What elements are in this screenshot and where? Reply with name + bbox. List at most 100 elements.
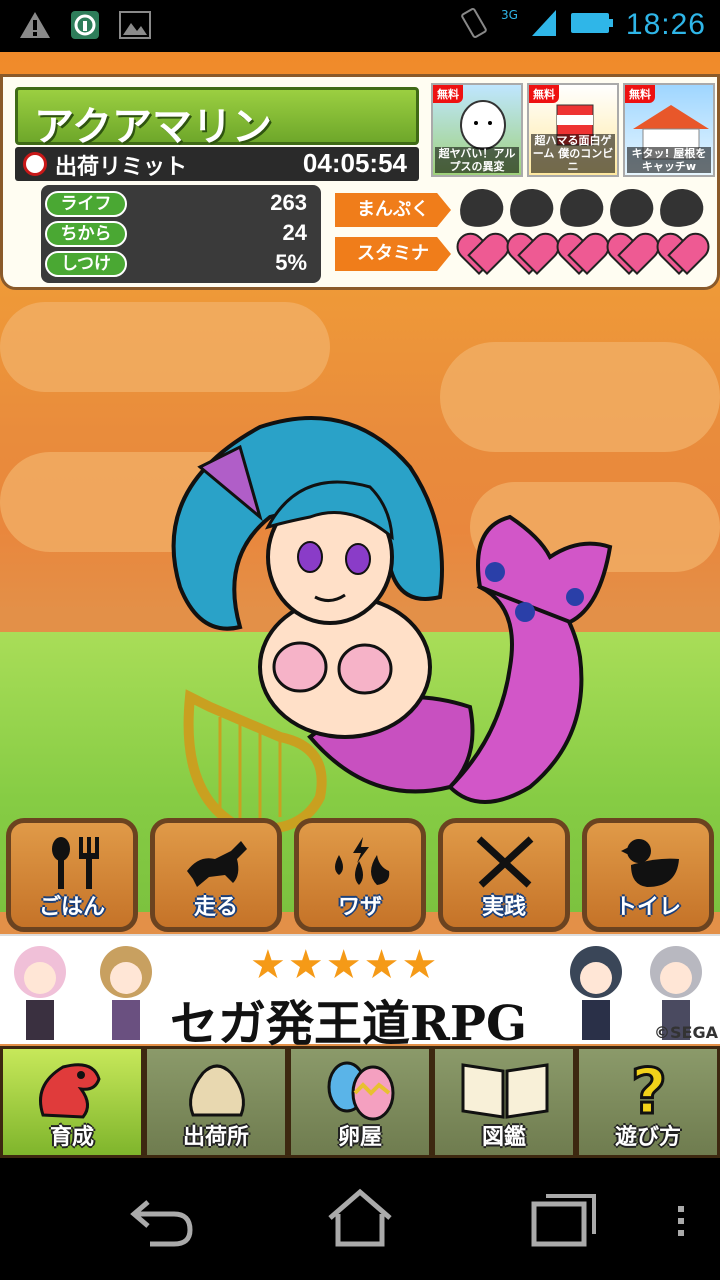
recent-apps-button[interactable] — [520, 1188, 610, 1248]
tab-label: 図鑑 — [481, 1125, 526, 1150]
ad-free-badge: 無料 — [529, 85, 559, 103]
promo-banner[interactable]: ★★★★★ セガ発王道RPG ©SEGA — [0, 934, 720, 1052]
crossed-swords-icon — [473, 835, 537, 891]
bottom-tab-bar: 育成 出荷所 卵屋 図鑑 ? 遊び方 — [0, 1046, 720, 1158]
toilet-button[interactable]: トイレ — [582, 818, 714, 932]
question-icon: ? — [599, 1054, 699, 1130]
ad-strip: 無料 超ヤバい！アルプスの異変 無料 超ハマる面白ゲーム 僕のコンビニ 無料 キ… — [431, 83, 715, 177]
tab-label: 遊び方 — [614, 1125, 681, 1150]
stat-life: ライフ 263 — [45, 190, 317, 219]
system-nav-bar — [0, 1158, 720, 1280]
run-button[interactable]: 走る — [150, 818, 282, 932]
elements-icon — [329, 835, 393, 891]
vibrate-icon — [459, 6, 489, 44]
network-type-label: 3G — [500, 8, 518, 22]
meat-icon — [654, 183, 708, 233]
tab-how-to-play[interactable]: ? 遊び方 — [576, 1046, 720, 1158]
name-plate: アクアマリン — [15, 87, 419, 150]
ad-title: 超ハマる面白ゲーム 僕のコンビニ — [531, 134, 615, 173]
status-panel: アクアマリン 出荷リミット 04:05:54 ライフ 263 ちから 24 しつ… — [0, 74, 720, 290]
fullness-label: まんぷく — [335, 193, 451, 227]
back-arrow-icon — [130, 1200, 193, 1247]
sack-icon — [167, 1055, 267, 1121]
chibi-character-icon — [570, 946, 622, 1040]
ad-free-badge: 無料 — [625, 85, 655, 103]
banner-title: セガ発王道RPG — [170, 996, 527, 1052]
warning-icon — [18, 8, 52, 42]
feed-label: ごはん — [38, 895, 105, 920]
stat-discipline: しつけ 5% — [45, 250, 317, 279]
chibi-character-icon — [100, 946, 152, 1040]
status-bar: 3G 18:26 — [0, 0, 720, 52]
ad-tile-roof[interactable]: 無料 キタッ! 屋根をキャッチw — [623, 83, 715, 177]
svg-text:?: ? — [631, 1055, 667, 1121]
tab-label: 育成 — [49, 1125, 94, 1150]
meat-icon — [504, 183, 558, 233]
ad-title: 超ヤバい！アルプスの異変 — [435, 147, 519, 173]
back-button[interactable] — [120, 1188, 210, 1248]
clock-time: 18:26 — [625, 8, 706, 41]
feed-button[interactable]: ごはん — [6, 818, 138, 932]
stamina-gauge — [459, 233, 703, 273]
character-name: アクアマリン — [34, 104, 272, 150]
stat-power: ちから 24 — [45, 220, 317, 249]
run-label: 走る — [193, 895, 238, 920]
heart-icon — [459, 233, 503, 273]
image-icon — [118, 8, 152, 42]
chibi-character-icon — [14, 946, 66, 1040]
battle-button[interactable]: 実践 — [438, 818, 570, 932]
tab-encyclopedia[interactable]: 図鑑 — [432, 1046, 576, 1158]
shipping-limit-bar: 出荷リミット 04:05:54 — [15, 147, 419, 181]
stat-value: 5% — [275, 250, 307, 275]
ad-tile-conbini[interactable]: 無料 超ハマる面白ゲーム 僕のコンビニ — [527, 83, 619, 177]
game-screen: アクアマリン 出荷リミット 04:05:54 ライフ 263 ちから 24 しつ… — [0, 52, 720, 1158]
duck-icon — [617, 835, 681, 891]
ad-free-badge: 無料 — [433, 85, 463, 103]
stamina-label: スタミナ — [335, 237, 451, 271]
dinosaur-icon — [23, 1055, 123, 1121]
battery-icon — [570, 11, 614, 39]
skill-button[interactable]: ワザ — [294, 818, 426, 932]
toilet-label: トイレ — [614, 895, 681, 920]
heart-icon — [559, 233, 603, 273]
heart-icon — [609, 233, 653, 273]
eggs-icon — [311, 1055, 411, 1121]
meat-icon — [554, 183, 608, 233]
recent-apps-icon — [531, 1194, 596, 1247]
stats-box: ライフ 263 ちから 24 しつけ 5% — [41, 185, 321, 283]
action-button-row: ごはん 走る ワザ 実践 トイレ — [0, 818, 720, 934]
clock-icon — [23, 152, 47, 176]
stat-label: しつけ — [45, 251, 127, 277]
overflow-menu-button[interactable] — [650, 1188, 690, 1248]
tab-label: 出荷所 — [182, 1125, 249, 1150]
home-icon — [328, 1188, 392, 1247]
home-button[interactable] — [316, 1188, 406, 1248]
stat-label: ライフ — [45, 191, 127, 217]
book-icon — [455, 1055, 555, 1121]
meat-icon — [454, 183, 508, 233]
tab-shipping[interactable]: 出荷所 — [144, 1046, 288, 1158]
tab-label: 卵屋 — [337, 1125, 382, 1150]
skill-label: ワザ — [337, 895, 382, 920]
shipping-limit-timer: 04:05:54 — [302, 148, 407, 178]
meat-icon — [604, 183, 658, 233]
ad-title: キタッ! 屋根をキャッチw — [627, 147, 711, 173]
fullness-gauge — [454, 183, 708, 233]
stat-value: 24 — [282, 220, 307, 245]
shield-app-icon — [68, 8, 102, 42]
more-vert-icon — [678, 1206, 684, 1236]
tab-training[interactable]: 育成 — [0, 1046, 144, 1158]
running-dog-icon — [185, 835, 249, 891]
signal-icon — [530, 8, 558, 42]
battle-label: 実践 — [481, 895, 526, 920]
heart-icon — [659, 233, 703, 273]
tab-egg-shop[interactable]: 卵屋 — [288, 1046, 432, 1158]
rating-stars: ★★★★★ — [250, 942, 440, 988]
heart-icon — [509, 233, 553, 273]
shipping-limit-label: 出荷リミット — [55, 155, 188, 180]
background-cloud — [0, 302, 330, 392]
ad-tile-alps[interactable]: 無料 超ヤバい！アルプスの異変 — [431, 83, 523, 177]
copyright-text: ©SEGA — [654, 1023, 718, 1042]
stat-label: ちから — [45, 221, 127, 247]
mermaid-character[interactable] — [150, 407, 620, 847]
